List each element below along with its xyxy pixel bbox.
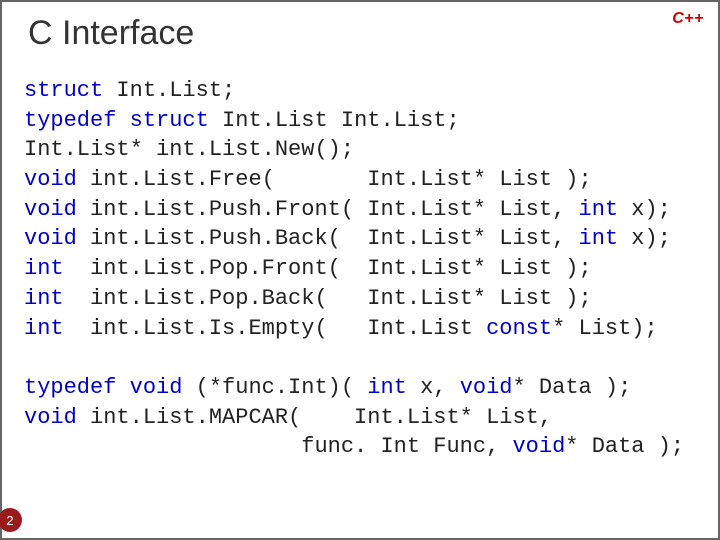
- code-text: * List);: [552, 316, 658, 341]
- code-text: int.List.Pop.Back( Int.List* List );: [64, 286, 592, 311]
- kw-int: int: [367, 375, 407, 400]
- kw-typedef: typedef: [24, 375, 116, 400]
- code-text: int.List.MAPCAR( Int.List* List,: [77, 405, 552, 430]
- page-number-badge: 2: [0, 508, 22, 532]
- code-text: [116, 108, 129, 133]
- code-text: * Data );: [513, 375, 632, 400]
- kw-int: int: [24, 316, 64, 341]
- code-text: x);: [618, 197, 671, 222]
- code-text: func. Int Func,: [24, 434, 512, 459]
- code-text: int.List.Is.Empty( Int.List: [64, 316, 486, 341]
- language-badge: C++: [672, 10, 704, 28]
- code-text: int.List.Free( Int.List* List );: [77, 167, 592, 192]
- kw-struct: struct: [130, 108, 209, 133]
- code-text: x,: [407, 375, 460, 400]
- kw-void: void: [512, 434, 565, 459]
- slide: C++ C Interface struct Int.List; typedef…: [0, 0, 720, 540]
- kw-int: int: [24, 286, 64, 311]
- kw-const: const: [486, 316, 552, 341]
- kw-void: void: [460, 375, 513, 400]
- kw-void: void: [24, 197, 77, 222]
- kw-int: int: [24, 256, 64, 281]
- kw-void: void: [24, 405, 77, 430]
- code-text: Int.List;: [103, 78, 235, 103]
- code-block: struct Int.List; typedef struct Int.List…: [24, 76, 696, 462]
- code-text: int.List.Pop.Front( Int.List* List );: [64, 256, 592, 281]
- kw-struct: struct: [24, 78, 103, 103]
- kw-int: int: [579, 197, 619, 222]
- code-text: (*func.Int)(: [182, 375, 367, 400]
- code-text: [116, 375, 129, 400]
- code-text: x);: [618, 226, 671, 251]
- kw-void: void: [24, 226, 77, 251]
- code-text: Int.List Int.List;: [209, 108, 460, 133]
- code-text: int.List.Push.Back( Int.List* List,: [77, 226, 579, 251]
- kw-int: int: [579, 226, 619, 251]
- slide-title: C Interface: [28, 14, 194, 53]
- code-text: Int.List* int.List.New();: [24, 137, 354, 162]
- code-text: * Data );: [565, 434, 684, 459]
- kw-void: void: [24, 167, 77, 192]
- kw-void: void: [130, 375, 183, 400]
- code-text: int.List.Push.Front( Int.List* List,: [77, 197, 579, 222]
- kw-typedef: typedef: [24, 108, 116, 133]
